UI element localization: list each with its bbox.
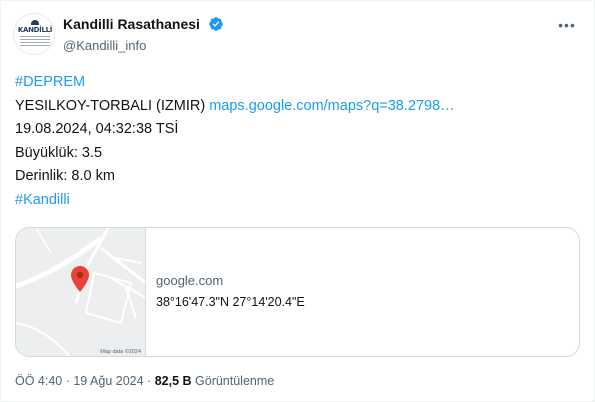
map-roads [16,228,145,356]
meta-separator: · [62,374,74,388]
avatar[interactable]: KANDİLLİ [13,13,55,55]
tweet-text: #DEPREM YESILKOY-TORBALI (IZMIR) maps.go… [15,71,581,213]
views-label: Görüntülenme [195,374,275,388]
map-credit: Map data ©2024 [100,349,141,355]
tweet-time[interactable]: ÖÖ 4:40 [15,374,62,388]
author-handle[interactable]: @Kandilli_info [63,38,224,53]
maps-link[interactable]: maps.google.com/maps?q=38.2798… [209,98,454,114]
hashtag-kandilli[interactable]: #Kandilli [15,192,70,208]
author-display-name[interactable]: Kandilli Rasathanesi [63,16,200,32]
author-names: Kandilli Rasathanesi @Kandilli_info [63,15,224,53]
views-count: 82,5 B [154,374,192,388]
card-domain: google.com [156,273,224,288]
avatar-logo-lines [20,36,50,46]
meta-separator-2: · [143,374,155,388]
tweet-date[interactable]: 19 Ağu 2024 [73,374,143,388]
map-thumbnail[interactable]: Map data ©2024 [16,228,146,356]
avatar-logo-text: KANDİLLİ [17,26,53,34]
tweet-header: KANDİLLİ Kandilli Rasathanesi @Kandilli_… [13,13,583,59]
verified-badge-icon[interactable] [208,16,224,32]
tweet-container: KANDİLLİ Kandilli Rasathanesi @Kandilli_… [0,0,595,402]
depth-text: Derinlik: 8.0 km [15,168,115,185]
map-pin-icon[interactable] [71,266,89,292]
link-preview-card[interactable]: Map data ©2024 google.com 38°16'47.3"N 2… [15,227,580,357]
observatory-dome-icon [31,20,39,25]
more-options-icon[interactable]: ••• [557,18,577,39]
magnitude-text: Büyüklük: 3.5 [15,144,103,161]
card-info: google.com 38°16'47.3"N 27°14'20.4"E [156,273,305,309]
card-title: 38°16'47.3"N 27°14'20.4"E [156,295,305,309]
location-text: YESILKOY-TORBALI (IZMIR) [15,97,206,114]
datetime-text: 19.08.2024, 04:32:38 TSİ [15,121,179,138]
tweet-meta: ÖÖ 4:40 · 19 Ağu 2024 · 82,5 B Görüntüle… [15,374,274,388]
hashtag-deprem[interactable]: #DEPREM [15,74,85,90]
